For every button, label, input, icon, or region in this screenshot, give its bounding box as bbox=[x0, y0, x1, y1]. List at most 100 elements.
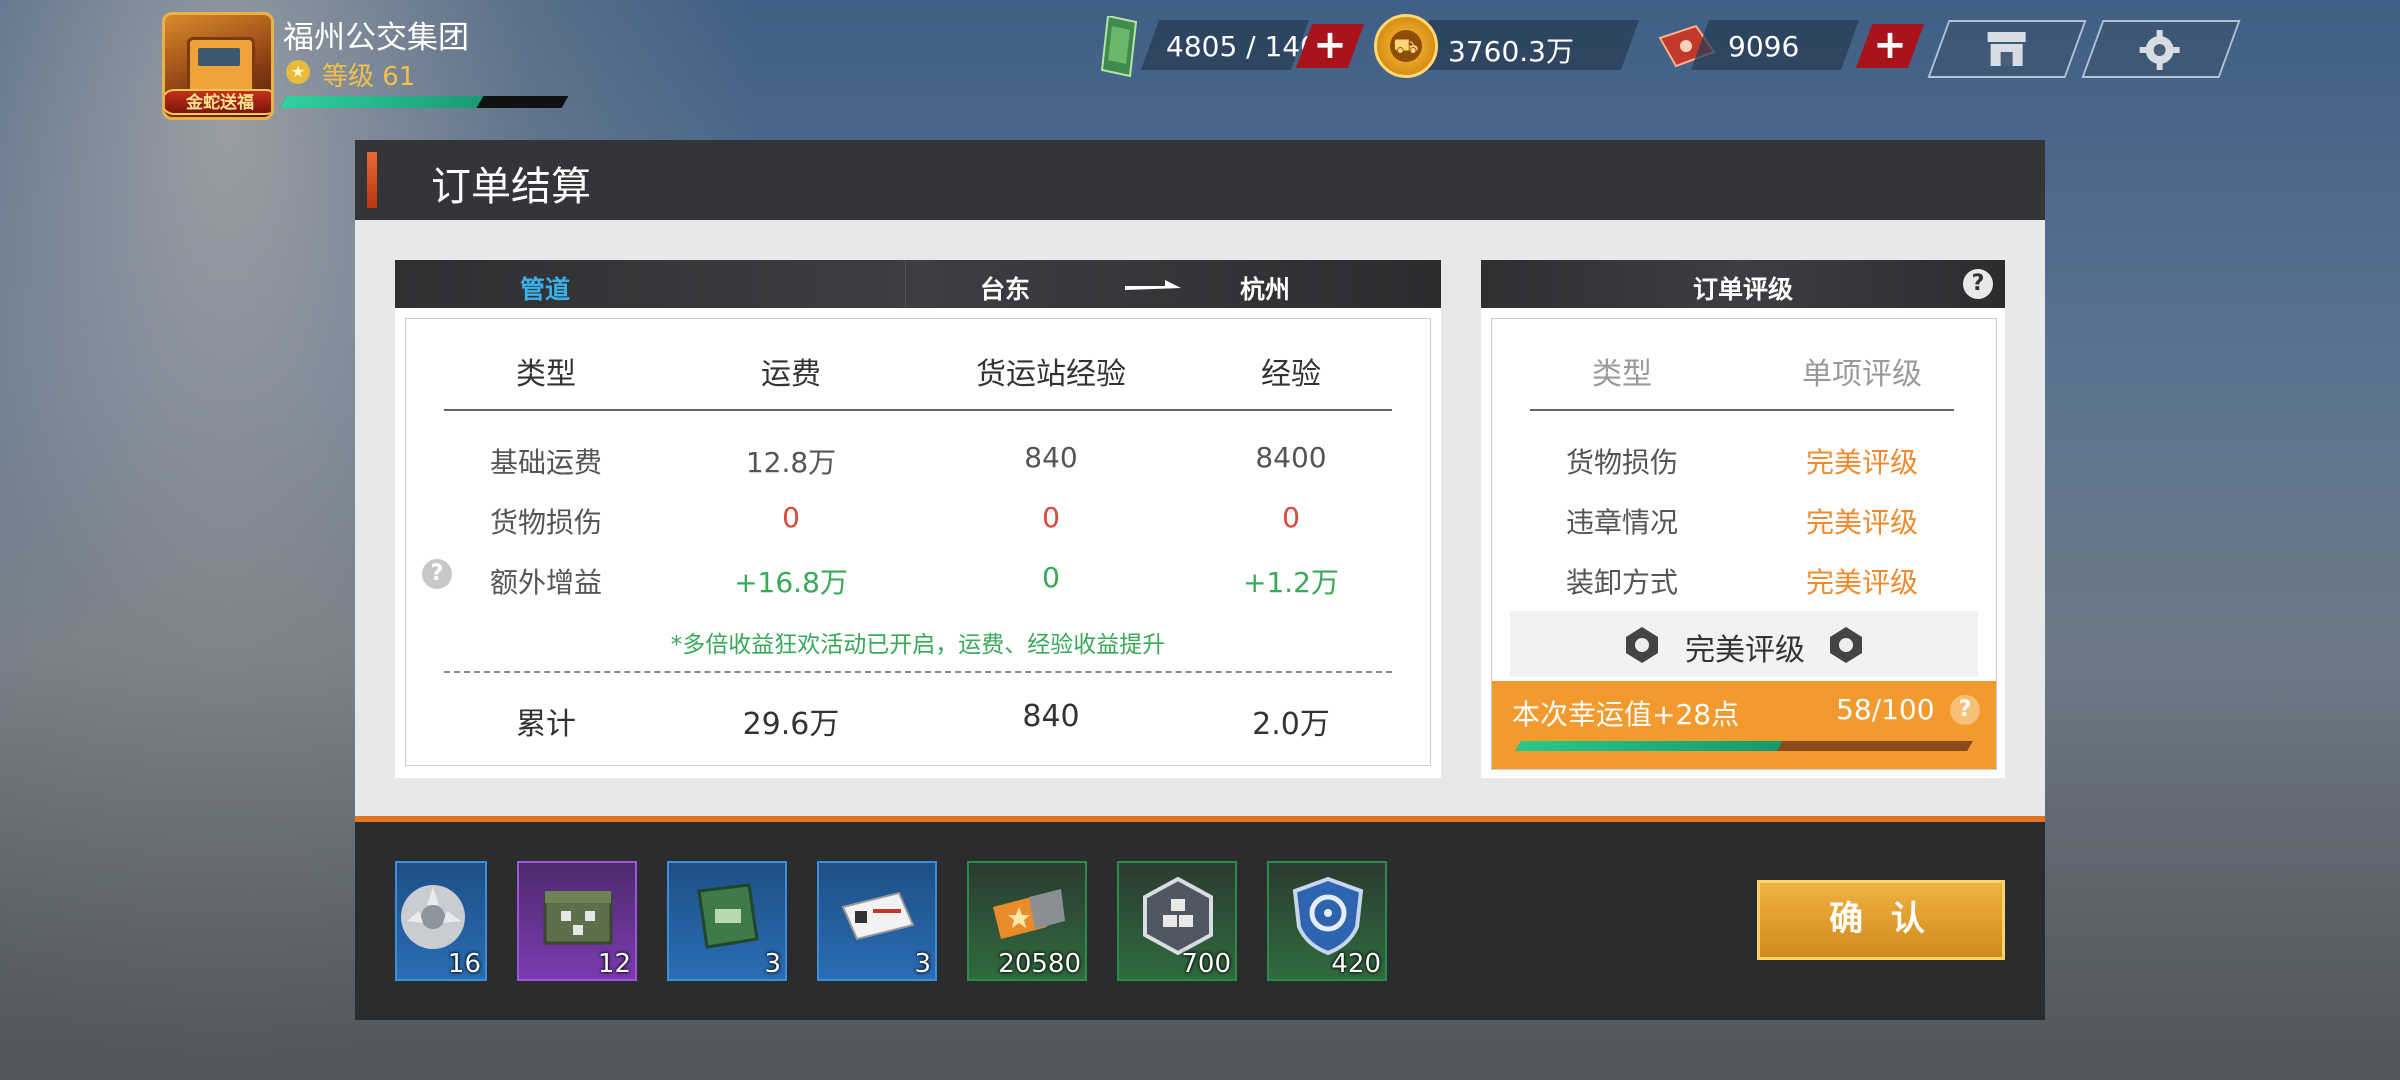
rating-help-icon[interactable]: ? bbox=[1963, 269, 1993, 299]
panel-title: 订单结算 bbox=[431, 164, 591, 210]
shop-button[interactable] bbox=[1927, 20, 2087, 78]
medal-icon bbox=[1626, 627, 1658, 663]
shop-icon bbox=[1987, 32, 2026, 66]
col-header-exp: 经验 bbox=[1261, 357, 1321, 392]
rating-title: 订单评级 bbox=[1692, 275, 1793, 304]
col-header-station-exp: 货运站经验 bbox=[976, 357, 1126, 392]
panel-header: 订单结算 bbox=[355, 140, 2045, 220]
col-header-freight: 运费 bbox=[761, 357, 821, 392]
route-header: 管道 台东 杭州 bbox=[395, 260, 1441, 308]
player-avatar[interactable]: 金蛇送福 bbox=[162, 12, 274, 120]
table-cell: 0 bbox=[782, 501, 800, 534]
truck-icon bbox=[187, 37, 255, 95]
total-station-exp: 840 bbox=[1022, 699, 1080, 734]
settings-button[interactable] bbox=[2081, 20, 2241, 78]
total-exp: 2.0万 bbox=[1252, 707, 1330, 742]
rating-label: 装卸方式 bbox=[1565, 566, 1678, 599]
table-cell: 0 bbox=[1042, 561, 1060, 594]
table-cell: +1.2万 bbox=[1243, 566, 1339, 599]
route-from: 台东 bbox=[979, 275, 1030, 304]
rating-col-type: 类型 bbox=[1592, 357, 1652, 392]
route-to: 杭州 bbox=[1239, 275, 1290, 304]
table-cell: +16.8万 bbox=[734, 566, 848, 599]
xp-bar-fill bbox=[279, 96, 484, 108]
table-cell: 840 bbox=[1024, 441, 1078, 474]
total-freight: 29.6万 bbox=[742, 707, 840, 742]
plus-icon: + bbox=[1873, 22, 1907, 68]
rating-rule bbox=[1530, 409, 1954, 411]
reward-item[interactable]: 16 bbox=[395, 861, 487, 981]
fuel-add-button[interactable]: + bbox=[1295, 22, 1365, 68]
table-cell: 0 bbox=[1282, 501, 1300, 534]
coin-icon: ⛟ bbox=[1374, 14, 1438, 78]
luck-fill bbox=[1515, 741, 1784, 751]
plus-icon: + bbox=[1313, 22, 1347, 68]
reward-item[interactable]: 20580 bbox=[967, 861, 1087, 981]
header-rule bbox=[444, 409, 1392, 411]
rating-label: 货物损伤 bbox=[1565, 446, 1678, 479]
rating-label: 违章情况 bbox=[1565, 506, 1678, 539]
overall-rating-row: 完美评级 bbox=[1510, 611, 1978, 677]
reward-item[interactable]: 3 bbox=[667, 861, 787, 981]
luck-label: 本次幸运值+28点 bbox=[1512, 698, 1740, 731]
reward-item[interactable]: 3 bbox=[817, 861, 937, 981]
gear-icon bbox=[2139, 30, 2180, 70]
luck-progress-text: 58/100 bbox=[1836, 693, 1935, 726]
avatar-event-badge: 金蛇送福 bbox=[165, 89, 271, 115]
table-cell: 12.8万 bbox=[745, 446, 837, 479]
route-arrow-icon bbox=[1125, 280, 1181, 290]
confirm-button[interactable]: 确 认 bbox=[1757, 880, 2005, 960]
total-rule bbox=[444, 671, 1392, 673]
cargo-type: 管道 bbox=[519, 275, 570, 304]
income-table: 类型 运费 货运站经验 经验 基础运费 12.8万 840 8400 货物损伤 … bbox=[405, 318, 1431, 766]
rating-grade: 完美评级 bbox=[1805, 446, 1918, 479]
header-accent bbox=[367, 152, 377, 208]
cargo-hex-badge-icon bbox=[1143, 877, 1213, 955]
xp-bar bbox=[279, 96, 569, 108]
reward-quantity: 3 bbox=[764, 949, 781, 979]
reward-item[interactable]: 12 bbox=[517, 861, 637, 981]
luck-panel: 本次幸运值+28点 58/100 ? bbox=[1492, 681, 1996, 769]
coin-counter: 3760.3万 bbox=[1448, 35, 1574, 68]
reward-item[interactable]: 700 bbox=[1117, 861, 1237, 981]
rating-table: 类型 单项评级 货物损伤 完美评级 违章情况 完美评级 装卸方式 完美评级 完美… bbox=[1491, 318, 1997, 770]
table-cell: 0 bbox=[1042, 501, 1060, 534]
ticket-add-button[interactable]: + bbox=[1855, 22, 1925, 68]
fuel-counter: 4805 / 140 bbox=[1166, 30, 1318, 63]
rating-grade: 完美评级 bbox=[1805, 566, 1918, 599]
income-box: 管道 台东 杭州 类型 运费 货运站经验 经验 基础运费 12.8万 840 8… bbox=[395, 260, 1441, 778]
luck-help-icon[interactable]: ? bbox=[1950, 695, 1980, 725]
rating-box: 订单评级 ? 类型 单项评级 货物损伤 完美评级 违章情况 完美评级 装卸方式 … bbox=[1481, 260, 2005, 778]
reward-quantity: 700 bbox=[1181, 949, 1231, 979]
hubcap-icon bbox=[401, 885, 465, 949]
reward-quantity: 420 bbox=[1331, 949, 1381, 979]
row-label: 基础运费 bbox=[489, 446, 602, 479]
star-ticket-icon bbox=[993, 889, 1065, 939]
rating-header: 订单评级 ? bbox=[1481, 260, 2005, 308]
reward-quantity: 12 bbox=[597, 949, 631, 979]
col-header-type: 类型 bbox=[516, 357, 576, 392]
total-label: 累计 bbox=[516, 707, 576, 742]
reward-quantity: 3 bbox=[914, 949, 931, 979]
medal-icon bbox=[1830, 627, 1862, 663]
truck-manual-icon bbox=[697, 883, 759, 949]
overall-rating: 完美评级 bbox=[1685, 633, 1805, 668]
row-label: 额外增益 bbox=[489, 566, 602, 599]
player-name: 福州公交集团 bbox=[283, 20, 469, 56]
level-star-icon: ★ bbox=[286, 60, 310, 84]
steering-shield-icon bbox=[1292, 877, 1364, 955]
table-cell: 8400 bbox=[1255, 441, 1327, 474]
reward-quantity: 20580 bbox=[998, 949, 1081, 979]
fuel-card-icon bbox=[1100, 16, 1138, 78]
row-label: 货物损伤 bbox=[489, 506, 602, 539]
event-note: *多倍收益狂欢活动已开启，运费、经验收益提升 bbox=[670, 632, 1166, 658]
rating-grade: 完美评级 bbox=[1805, 506, 1918, 539]
bonus-help-icon[interactable]: ? bbox=[422, 559, 452, 589]
header-divider bbox=[905, 260, 906, 308]
ammo-crate-icon bbox=[543, 891, 613, 945]
reward-item[interactable]: 420 bbox=[1267, 861, 1387, 981]
player-level: 等级 61 bbox=[322, 62, 416, 92]
luck-track bbox=[1515, 741, 1973, 751]
ticket-counter: 9096 bbox=[1728, 30, 1800, 63]
license-card-icon bbox=[841, 891, 915, 941]
